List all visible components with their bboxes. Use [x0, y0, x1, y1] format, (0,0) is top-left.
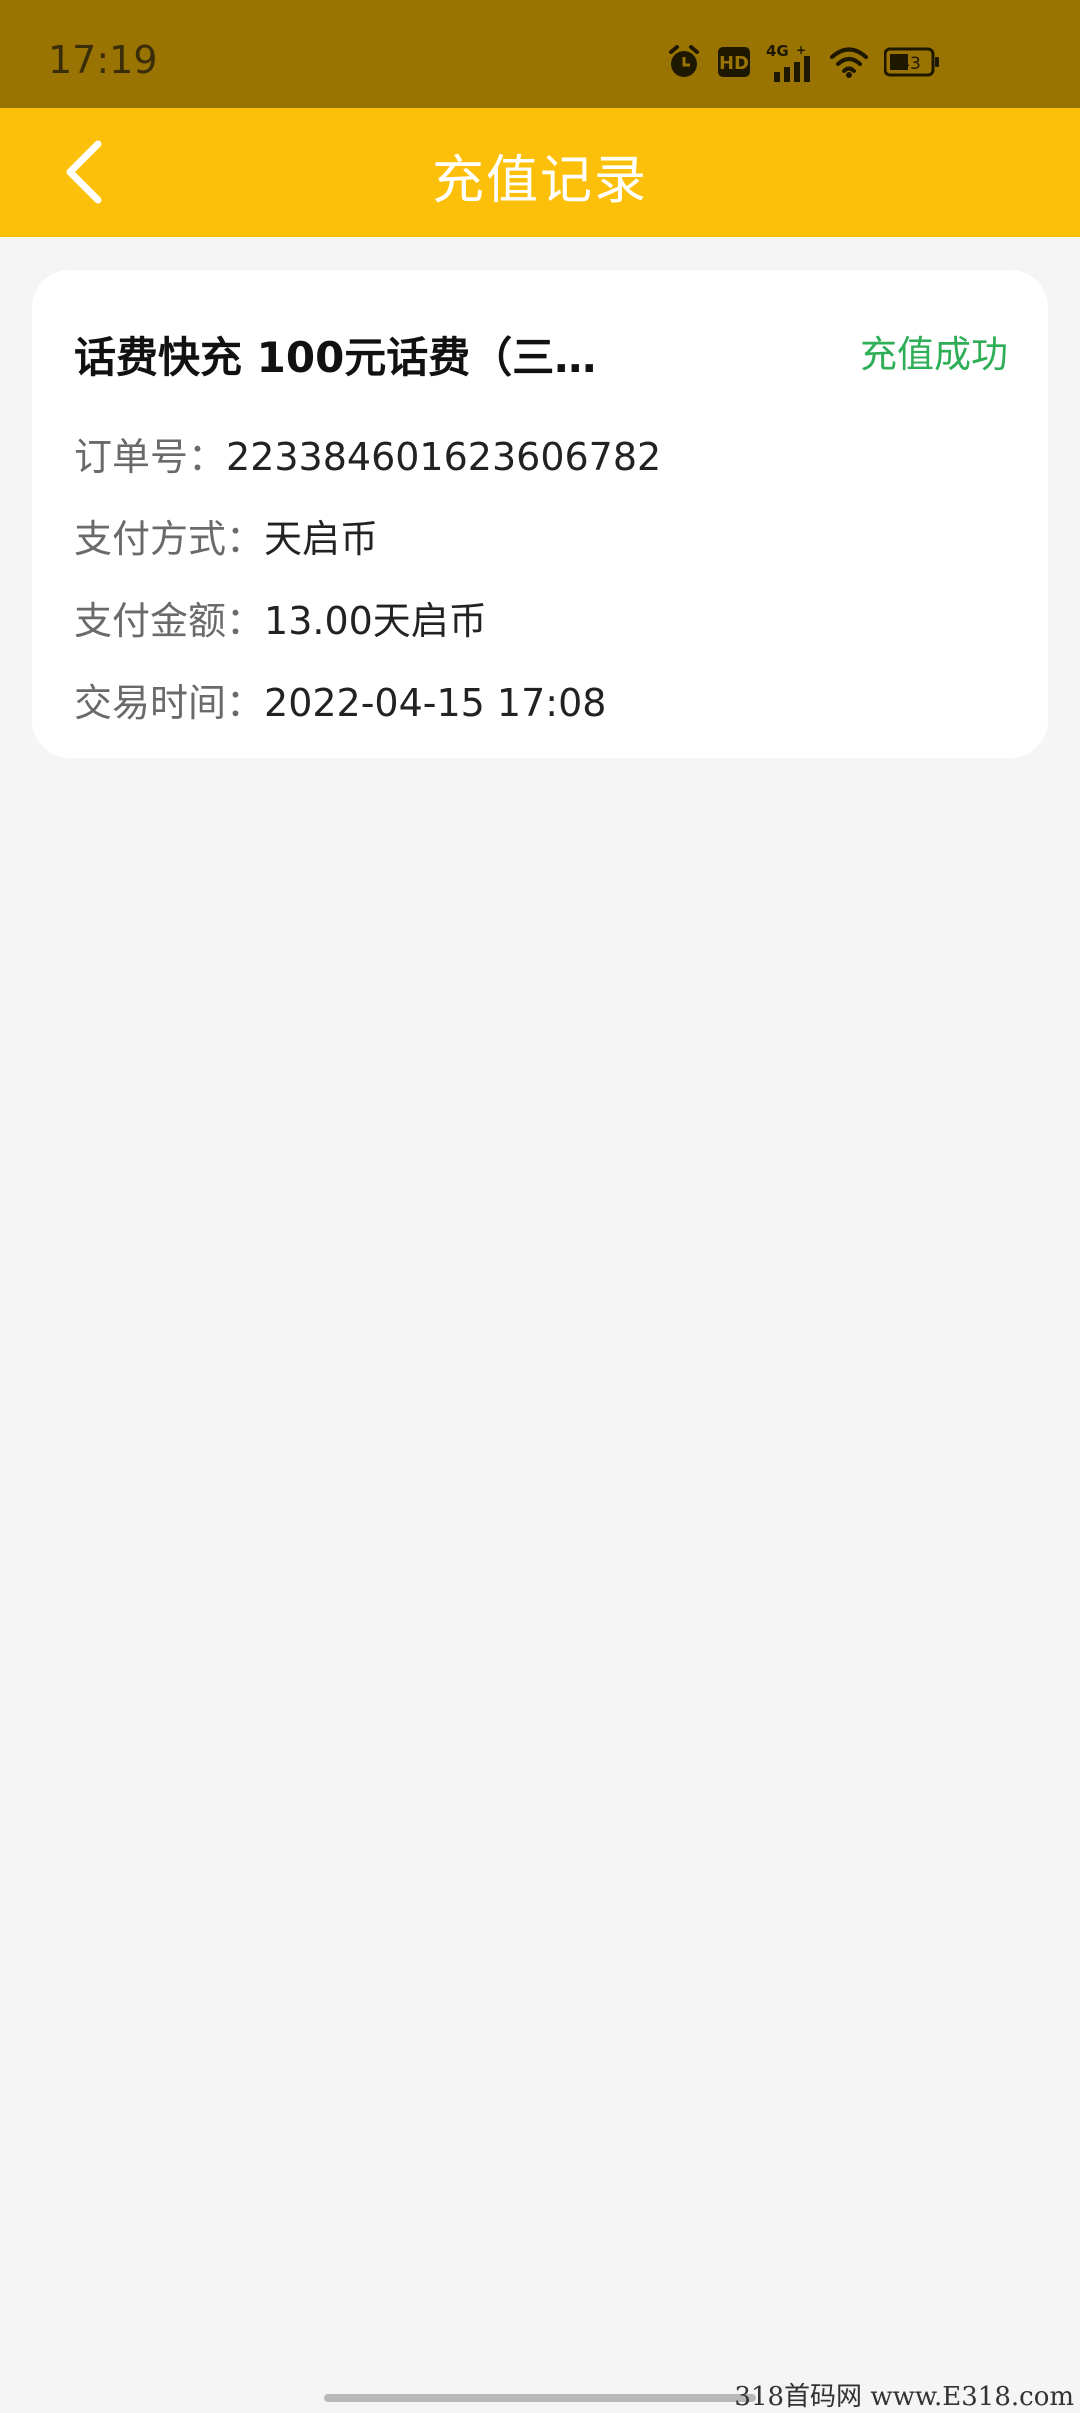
- transaction-time-label: 交易时间：: [74, 681, 265, 725]
- payment-method-row: 支付方式：天启币: [74, 508, 378, 563]
- status-bar: 17:19 HD 4G + 43: [0, 0, 1080, 108]
- payment-method-value: 天启币: [264, 517, 379, 561]
- status-icons: HD 4G + 43: [666, 40, 940, 84]
- svg-text:+: +: [796, 43, 806, 57]
- page-title: 充值记录: [431, 151, 648, 211]
- home-indicator[interactable]: [324, 2394, 756, 2402]
- alarm-icon: [666, 44, 702, 80]
- payment-amount-row: 支付金额：13.00天启币: [74, 590, 487, 645]
- status-time: 17:19: [48, 38, 158, 82]
- watermark: 318首码网 www.E318.com: [734, 2382, 1074, 2412]
- payment-amount-value: 13.00天启币: [264, 599, 487, 643]
- signal-4g-icon: 4G +: [766, 42, 814, 82]
- svg-text:HD: HD: [719, 53, 749, 74]
- battery-icon: 43: [884, 47, 940, 77]
- payment-method-label: 支付方式：: [74, 517, 265, 561]
- transaction-time-row: 交易时间：2022-04-15 17:08: [74, 672, 606, 727]
- order-number-row: 订单号：223384601623606782: [74, 426, 661, 481]
- status-badge: 充值成功: [860, 333, 1008, 376]
- wifi-icon: [830, 46, 868, 78]
- record-title: 话费快充 100元话费（三…: [74, 333, 597, 382]
- order-number-value: 223384601623606782: [226, 435, 662, 479]
- recharge-record-card[interactable]: 话费快充 100元话费（三… 充值成功 订单号：2233846016236067…: [32, 270, 1048, 758]
- payment-amount-label: 支付金额：: [74, 599, 265, 643]
- svg-text:4G: 4G: [766, 42, 789, 60]
- transaction-time-value: 2022-04-15 17:08: [264, 681, 607, 725]
- hd-icon: HD: [718, 47, 750, 77]
- app-bar: 充值记录: [0, 108, 1080, 237]
- order-number-label: 订单号：: [74, 435, 227, 479]
- svg-text:43: 43: [899, 54, 921, 74]
